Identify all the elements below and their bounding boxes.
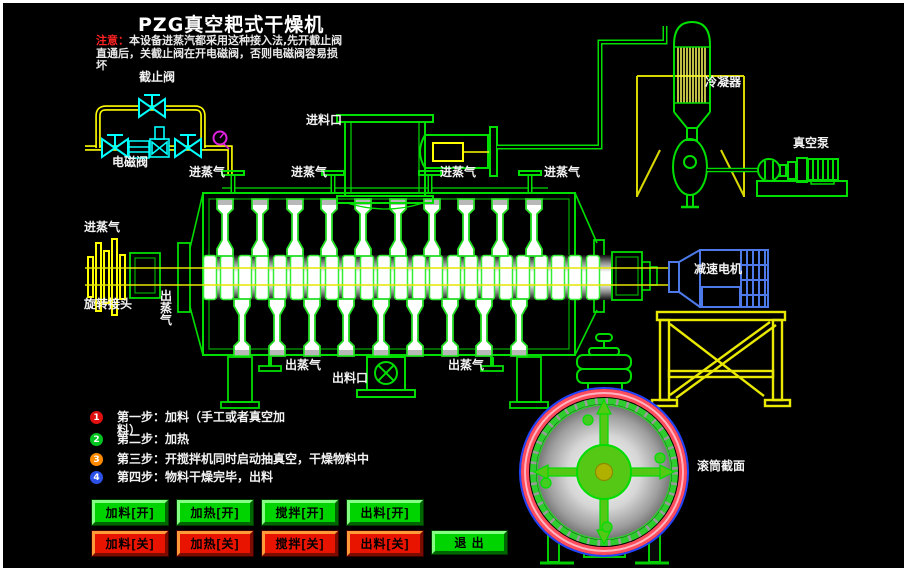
rake-paddles-bottom	[234, 299, 527, 356]
warning-note: 注意：本设备进蒸汽都采用这种接入法,先开截止阀直通后，关截止阀在开电磁阀，否则电…	[96, 35, 348, 73]
heat-on-button[interactable]: 加热[开]	[177, 500, 253, 525]
inlet-valve-icon	[102, 135, 128, 157]
feed-inlet-label: 进料口	[306, 114, 342, 127]
vacuum-pump-label: 真空泵	[793, 137, 829, 150]
drum-manhole-icon	[577, 334, 631, 396]
steam-in-label-5: 进蒸气	[84, 221, 120, 234]
rotary-joint-label: 旋转接头	[84, 298, 132, 311]
shutoff-valve-icon	[139, 95, 165, 117]
warning-text: 本设备进蒸汽都采用这种接入法,先开截止阀直通后，关截止阀在开电磁阀，否则电磁阀容…	[96, 34, 342, 72]
drum-section-label: 滚筒截面	[697, 460, 745, 473]
discharge-port-label: 出料口	[332, 372, 368, 385]
outlet-valve-icon	[175, 135, 201, 157]
condenser-label: 冷凝器	[705, 76, 741, 89]
stir-off-button[interactable]: 搅拌[关]	[262, 531, 338, 556]
step-3-text: 第三步：开搅拌机同时启动抽真空，干燥物料中	[117, 453, 369, 466]
steam-supply-piping	[85, 95, 230, 174]
feed-off-button[interactable]: 加料[关]	[92, 531, 168, 556]
step-3: 3 第三步：开搅拌机同时启动抽真空，干燥物料中	[90, 453, 369, 466]
stir-on-button[interactable]: 搅拌[开]	[262, 500, 338, 525]
warning-prefix: 注意：	[96, 34, 129, 47]
step-3-badge: 3	[90, 453, 103, 466]
page-title: PZG真空耙式干燥机	[138, 10, 324, 37]
steam-in-label-2: 进蒸气	[291, 166, 327, 179]
steam-in-label-1: 进蒸气	[189, 166, 225, 179]
vacuum-line	[497, 26, 665, 147]
step-4-badge: 4	[90, 471, 103, 484]
gear-motor-label: 减速电机	[694, 263, 742, 276]
steam-out-label-1: 出蒸气	[285, 359, 321, 372]
step-4: 4 第四步：物料干燥完毕，出料	[90, 471, 273, 484]
rake-paddles-top	[217, 199, 542, 256]
step-2-text: 第二步：加热	[117, 433, 189, 446]
step-1-badge: 1	[90, 411, 103, 424]
solenoid-valve-label: 电磁阀	[112, 156, 148, 169]
hmi-screen: PZG真空耙式干燥机 注意：本设备进蒸汽都采用这种接入法,先开截止阀直通后，关截…	[0, 0, 907, 571]
solenoid-valve-icon	[150, 127, 169, 157]
discharge-on-button[interactable]: 出料[开]	[347, 500, 423, 525]
exit-button[interactable]: 退 出	[432, 531, 507, 554]
discharge-off-button[interactable]: 出料[关]	[347, 531, 423, 556]
shutoff-valve-label: 截止阀	[139, 71, 175, 84]
feed-on-button[interactable]: 加料[开]	[92, 500, 168, 525]
step-2: 2 第二步：加热	[90, 433, 189, 446]
steam-out-label-2: 出蒸气	[448, 359, 484, 372]
steam-in-label-4: 进蒸气	[544, 166, 580, 179]
dryer-schematic	[0, 0, 907, 571]
feed-inlet-hopper	[337, 115, 497, 209]
shaft-hubs	[204, 256, 600, 300]
steam-in-label-3: 进蒸气	[440, 166, 476, 179]
step-4-text: 第四步：物料干燥完毕，出料	[117, 471, 273, 484]
step-2-badge: 2	[90, 433, 103, 446]
drum-cross-section	[520, 334, 688, 563]
motor-stand-icon	[652, 312, 790, 406]
gear-motor-icon	[669, 250, 768, 307]
heat-off-button[interactable]: 加热[关]	[177, 531, 253, 556]
separator-vessel-icon	[673, 139, 758, 207]
vacuum-pump-icon	[757, 158, 847, 196]
steam-inlet-ports	[222, 171, 548, 193]
steam-out-label-vertical: 出蒸气	[160, 290, 174, 326]
